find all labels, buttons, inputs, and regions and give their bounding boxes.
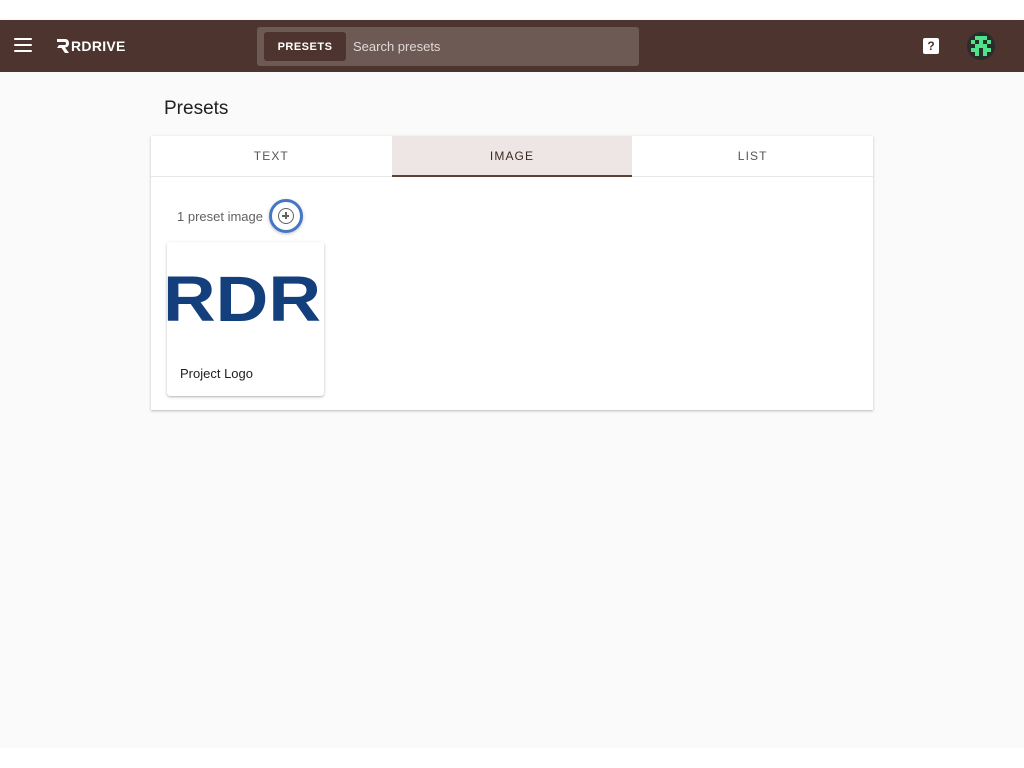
preset-image-card[interactable]: RDR Project Logo [167, 242, 324, 396]
search-input[interactable] [353, 35, 623, 57]
tab-list[interactable]: LIST [632, 136, 873, 176]
preset-thumbnail: RDR [167, 242, 324, 352]
app-logo[interactable]: RDRIVE [56, 36, 126, 56]
tab-image[interactable]: IMAGE [391, 136, 633, 177]
tab-text[interactable]: TEXT [151, 136, 392, 176]
page-title: Presets [164, 98, 229, 119]
preset-name: Project Logo [180, 366, 253, 381]
search-bar: PRESETS [257, 27, 639, 66]
pixel-avatar-icon [967, 32, 995, 60]
avatar[interactable] [967, 32, 995, 60]
rdr-logo-image: RDR [167, 263, 321, 335]
menu-icon[interactable] [14, 38, 32, 52]
preset-tabs: TEXT IMAGE LIST [151, 136, 873, 177]
preset-count: 1 preset image [177, 208, 263, 224]
presets-card: TEXT IMAGE LIST 1 preset image RDR Proje… [151, 136, 873, 410]
thumbnail-logo-text: RDR [167, 263, 321, 335]
app-header: RDRIVE PRESETS ? [0, 20, 1024, 72]
add-preset-button[interactable] [269, 199, 303, 233]
add-circle-icon [278, 208, 294, 224]
search-scope-chip[interactable]: PRESETS [264, 32, 346, 61]
help-icon[interactable]: ? [923, 38, 939, 54]
bottom-strip [0, 748, 1024, 768]
preset-count-row: 1 preset image [177, 199, 303, 233]
logo-text: RDRIVE [71, 38, 126, 54]
logo-mark-icon [57, 39, 69, 53]
